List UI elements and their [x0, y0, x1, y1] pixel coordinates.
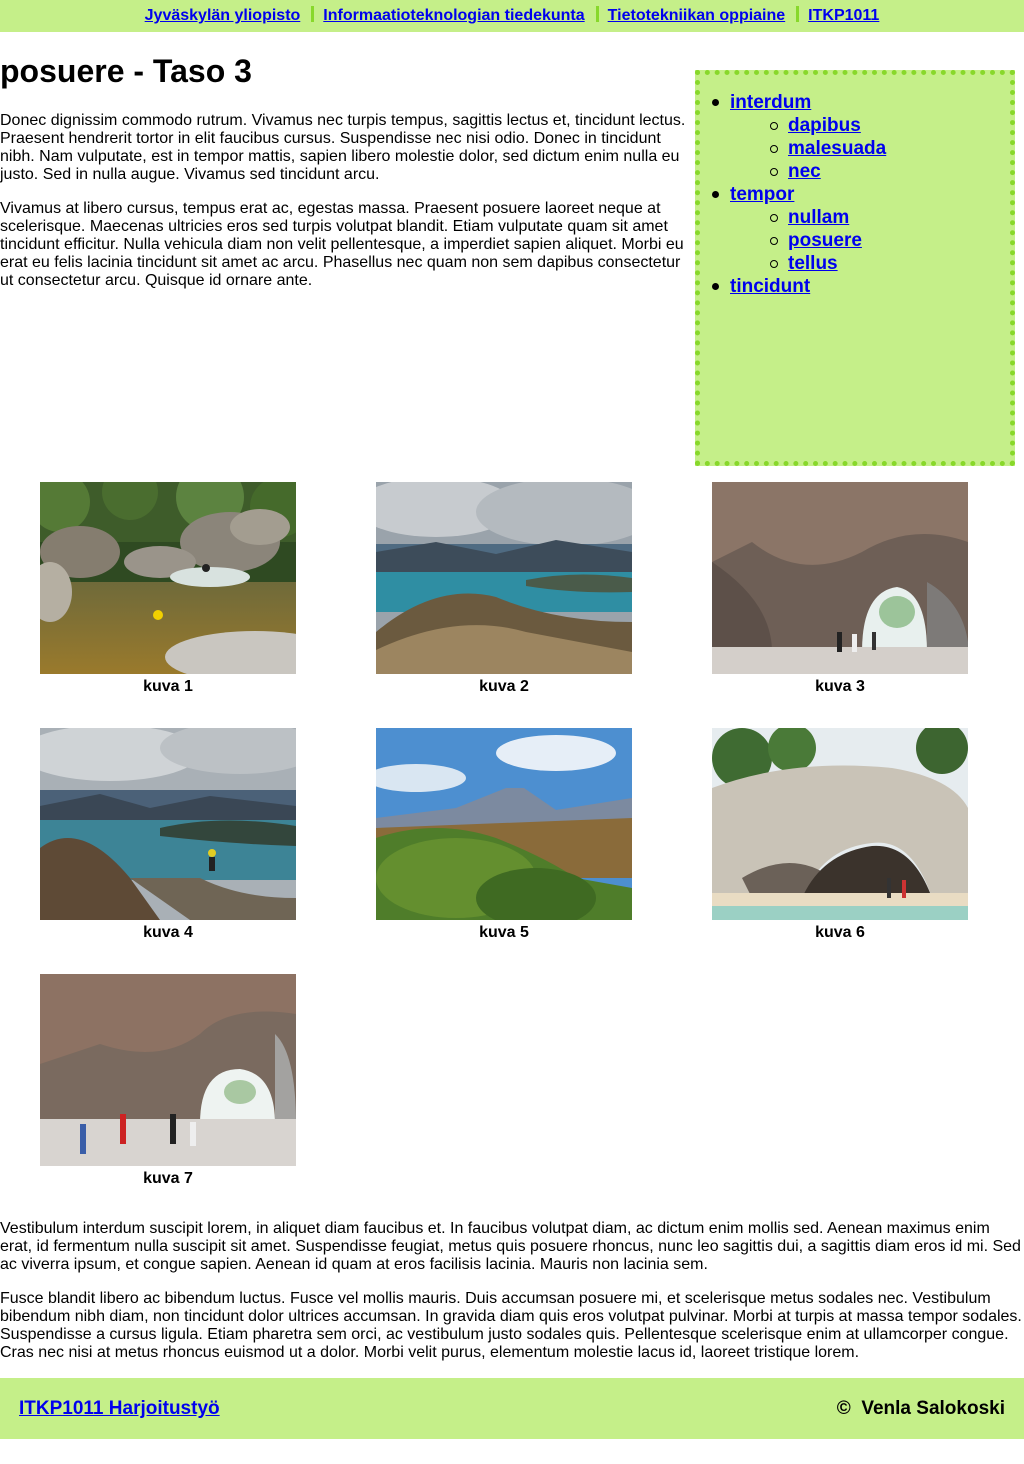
nav-link-dapibus[interactable]: dapibus	[788, 115, 861, 136]
nav-subitem: dapibus	[769, 114, 886, 137]
side-navigation: interdum dapibus malesuada nec tempor nu…	[695, 70, 1015, 466]
gallery-photo-cave-arch[interactable]	[712, 482, 968, 674]
nav-subitem: posuere	[769, 229, 886, 252]
gallery-caption: kuva 1	[143, 678, 193, 695]
breadcrumb-link-course[interactable]: ITKP1011	[808, 0, 879, 31]
intro-section: Donec dignissim commodo rutrum. Vivamus …	[0, 112, 688, 290]
gallery-figure: kuva 5	[376, 728, 632, 942]
nav-item: interdum dapibus malesuada nec	[711, 91, 886, 183]
nav-subitem: malesuada	[769, 137, 886, 160]
footer-author: Venla Salokoski	[861, 1398, 1005, 1419]
page-footer: ITKP1011 Harjoitustyö © Venla Salokoski	[0, 1378, 1024, 1439]
breadcrumb-separator	[796, 6, 800, 22]
gallery-photo-volcano[interactable]	[376, 728, 632, 920]
gallery-figure: kuva 4	[40, 728, 296, 942]
gallery-caption: kuva 3	[815, 678, 865, 695]
breadcrumb-separator	[595, 6, 599, 22]
outro-paragraph: Vestibulum interdum suscipit lorem, in a…	[0, 1220, 1021, 1273]
gallery-figure: kuva 2	[376, 482, 632, 696]
nav-sublist: dapibus malesuada nec	[769, 114, 886, 183]
intro-paragraph: Vivamus at libero cursus, tempus erat ac…	[0, 200, 684, 289]
page-title: posuere - Taso 3	[0, 53, 252, 89]
gallery-figure: kuva 6	[712, 728, 968, 942]
gallery-caption: kuva 6	[815, 924, 865, 941]
gallery-photo-river[interactable]	[40, 482, 296, 674]
nav-link-tincidunt[interactable]: tincidunt	[730, 276, 810, 297]
footer-course-link[interactable]: ITKP1011 Harjoitustyö	[19, 1398, 220, 1420]
nav-link-malesuada[interactable]: malesuada	[788, 138, 886, 159]
gallery-caption: kuva 4	[143, 924, 193, 941]
breadcrumb-bar: Jyväskylän yliopisto Informaatioteknologi…	[0, 0, 1024, 32]
gallery-photo-ridge[interactable]	[40, 728, 296, 920]
intro-paragraph: Donec dignissim commodo rutrum. Vivamus …	[0, 112, 686, 183]
gallery-caption: kuva 7	[143, 1170, 193, 1187]
gallery-caption: kuva 5	[479, 924, 529, 941]
nav-link-nullam[interactable]: nullam	[788, 207, 849, 228]
outro-paragraph: Fusce blandit libero ac bibendum luctus.…	[0, 1290, 1022, 1361]
nav-link-tempor[interactable]: tempor	[730, 184, 794, 205]
breadcrumb-link-department[interactable]: Tietotekniikan oppiaine	[608, 0, 786, 31]
nav-subitem: tellus	[769, 252, 886, 275]
nav-link-posuere[interactable]: posuere	[788, 230, 862, 251]
gallery-photo-cave-people[interactable]	[40, 974, 296, 1166]
nav-link-nec[interactable]: nec	[788, 161, 821, 182]
nav-subitem: nullam	[769, 206, 886, 229]
copyright-icon: ©	[836, 1398, 851, 1419]
footer-copyright: © Venla Salokoski	[837, 1398, 1005, 1420]
nav-sublist: nullam posuere tellus	[769, 206, 886, 275]
gallery-figure: kuva 3	[712, 482, 968, 696]
breadcrumb-separator	[311, 6, 315, 22]
gallery-photo-beach-arch[interactable]	[712, 728, 968, 920]
gallery-caption: kuva 2	[479, 678, 529, 695]
nav-item: tempor nullam posuere tellus	[711, 183, 886, 275]
nav-subitem: nec	[769, 160, 886, 183]
gallery-figure: kuva 7	[40, 974, 296, 1188]
nav-link-interdum[interactable]: interdum	[730, 92, 811, 113]
breadcrumb-link-faculty[interactable]: Informaatioteknologian tiedekunta	[323, 0, 584, 31]
gallery-figure: kuva 1	[40, 482, 296, 696]
nav-list: interdum dapibus malesuada nec tempor nu…	[711, 91, 886, 298]
breadcrumb-link-university[interactable]: Jyväskylän yliopisto	[145, 0, 301, 31]
gallery-photo-lake[interactable]	[376, 482, 632, 674]
outro-section: Vestibulum interdum suscipit lorem, in a…	[0, 1220, 1024, 1362]
nav-item: tincidunt	[711, 275, 886, 298]
nav-link-tellus[interactable]: tellus	[788, 253, 838, 274]
